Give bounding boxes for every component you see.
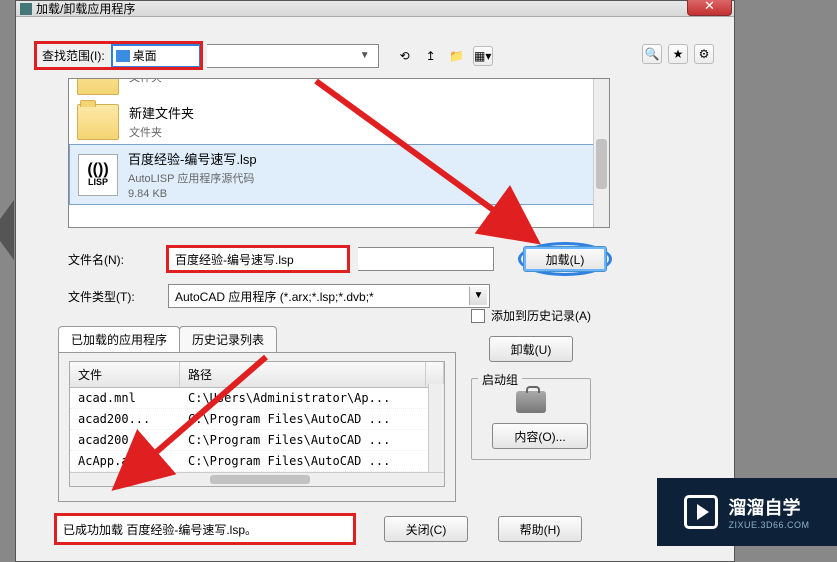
load-button-label: 加载(L)	[546, 251, 585, 268]
table-vscroll[interactable]	[428, 384, 444, 472]
options-tool-icon[interactable]: ⚙	[694, 44, 714, 64]
status-box: 已成功加载 百度经验-编号速写.lsp。	[56, 515, 354, 543]
file-size: 9.84 KB	[128, 188, 257, 200]
filename-value: 百度经验-编号速写.lsp	[175, 251, 294, 268]
view-menu-icon[interactable]: ▦▾	[473, 46, 493, 66]
filetype-value: AutoCAD 应用程序 (*.arx;*.lsp;*.dvb;*	[175, 288, 374, 305]
cell-file: acad200...	[70, 409, 180, 429]
table-row[interactable]: acad.mnl C:\Users\Administrator\Ap... ▦	[70, 388, 444, 409]
filename-label: 文件名(N):	[68, 251, 158, 268]
load-button[interactable]: 加载(L)	[523, 246, 607, 272]
filetype-label: 文件类型(T):	[68, 288, 158, 305]
contents-button-label: 内容(O)...	[514, 428, 565, 445]
startup-legend: 启动组	[478, 371, 522, 388]
table-row[interactable]: acad200... C:\Program Files\AutoCAD ... …	[70, 430, 444, 451]
col-path[interactable]: 路径	[180, 362, 426, 387]
load-button-highlight: 加载(L)	[518, 242, 612, 276]
decorative-triangle	[0, 200, 14, 260]
app-icon	[20, 3, 32, 15]
file-item-lisp[interactable]: (()) LISP 百度经验-编号速写.lsp AutoLISP 应用程序源代码…	[69, 144, 609, 205]
load-unload-dialog: 加载/卸载应用程序 ✕ 查找范围(I): 桌面 ▼ ⟲ ↥ 📁 ▦▾ 🔍	[15, 0, 735, 562]
startup-group: 启动组 内容(O)...	[471, 378, 591, 460]
cell-path: C:\Program Files\AutoCAD ...	[180, 451, 426, 471]
file-name: 百度经验-编号速写.lsp	[128, 149, 257, 168]
desktop-icon	[116, 50, 130, 62]
new-folder-icon[interactable]: 📁	[447, 46, 467, 66]
unload-button-label: 卸载(U)	[511, 341, 552, 358]
table-row[interactable]: acad200... C:\Program Files\AutoCAD ... …	[70, 409, 444, 430]
cell-path: C:\Program Files\AutoCAD ...	[180, 409, 426, 429]
lookin-value: 桌面	[133, 47, 157, 64]
tab-label: 已加载的应用程序	[71, 333, 167, 347]
lookin-highlight: 查找范围(I): 桌面	[36, 43, 201, 68]
extra-tools: 🔍 ★ ⚙	[642, 44, 714, 64]
cell-file: acad.mnl	[70, 388, 180, 408]
loaded-apps-table: 文件 路径 acad.mnl C:\Users\Administrator\Ap…	[69, 361, 445, 487]
lisp-icon-label: LISP	[88, 177, 108, 187]
play-icon	[684, 495, 718, 529]
folder-icon	[77, 78, 119, 95]
col-file[interactable]: 文件	[70, 362, 180, 387]
back-icon[interactable]: ⟲	[395, 46, 415, 66]
lookin-dropdown-ext[interactable]: ▼	[207, 44, 379, 68]
filename-input-ext[interactable]	[358, 247, 494, 271]
table-row[interactable]: AcApp.arx C:\Program Files\AutoCAD ... ▦	[70, 451, 444, 472]
file-subtext: AutoLISP 应用程序源代码	[128, 170, 257, 186]
window-title: 加载/卸载应用程序	[36, 0, 135, 17]
titlebar: 加载/卸载应用程序	[16, 1, 734, 17]
contents-button[interactable]: 内容(O)...	[492, 423, 588, 449]
folder-icon	[77, 104, 119, 140]
file-nav-toolbar: ⟲ ↥ 📁 ▦▾	[395, 46, 493, 66]
close-window-button[interactable]: ✕	[687, 0, 732, 16]
app-tabs: 已加载的应用程序 历史记录列表	[58, 326, 714, 352]
file-list-scrollbar[interactable]	[593, 79, 609, 227]
status-text: 已成功加载 百度经验-编号速写.lsp。	[63, 521, 257, 538]
file-name: 新建文件夹	[129, 103, 194, 122]
dropdown-arrow-icon: ▼	[469, 287, 487, 305]
up-icon[interactable]: ↥	[421, 46, 441, 66]
help-button-label: 帮助(H)	[520, 521, 561, 538]
lookin-dropdown[interactable]: 桌面	[111, 44, 201, 68]
cell-path: C:\Program Files\AutoCAD ...	[180, 430, 426, 450]
filename-input[interactable]: 百度经验-编号速写.lsp	[168, 247, 348, 271]
filetype-dropdown[interactable]: AutoCAD 应用程序 (*.arx;*.lsp;*.dvb;* ▼	[168, 284, 490, 308]
tab-loaded-apps[interactable]: 已加载的应用程序	[58, 326, 180, 352]
add-to-history-row: 添加到历史记录(A)	[471, 307, 591, 324]
briefcase-icon[interactable]	[516, 391, 546, 413]
file-item-folder-partial[interactable]: 文件夹	[69, 78, 609, 99]
cell-file: AcApp.arx	[70, 451, 180, 471]
favorites-tool-icon[interactable]: ★	[668, 44, 688, 64]
file-subtext: 文件夹	[129, 124, 194, 140]
lookin-label: 查找范围(I):	[36, 43, 111, 68]
tab-label: 历史记录列表	[192, 333, 264, 347]
watermark-url: ZIXUE.3D66.COM	[728, 520, 809, 530]
add-to-history-label: 添加到历史记录(A)	[491, 307, 591, 324]
close-button[interactable]: 关闭(C)	[384, 516, 468, 542]
search-tool-icon[interactable]: 🔍	[642, 44, 662, 64]
add-to-history-checkbox[interactable]	[471, 309, 485, 323]
help-button[interactable]: 帮助(H)	[498, 516, 582, 542]
cell-path: C:\Users\Administrator\Ap...	[180, 388, 426, 408]
file-list[interactable]: 文件夹 新建文件夹 文件夹 (()) LISP 百度经验-编号速写.lsp Au…	[68, 78, 610, 228]
file-subtext: 文件夹	[129, 78, 162, 85]
unload-button[interactable]: 卸载(U)	[489, 336, 573, 362]
loaded-apps-pane: 文件 路径 acad.mnl C:\Users\Administrator\Ap…	[58, 352, 456, 502]
lisp-file-icon: (()) LISP	[78, 154, 118, 196]
close-button-label: 关闭(C)	[406, 521, 447, 538]
watermark-brand: 溜溜自学	[728, 498, 800, 518]
file-item-folder[interactable]: 新建文件夹 文件夹	[69, 99, 609, 144]
watermark: 溜溜自学 ZIXUE.3D66.COM	[657, 478, 837, 546]
dropdown-arrow-icon: ▼	[360, 50, 374, 61]
cell-file: acad200...	[70, 430, 180, 450]
table-hscroll[interactable]	[70, 472, 444, 486]
tab-history[interactable]: 历史记录列表	[179, 326, 277, 352]
